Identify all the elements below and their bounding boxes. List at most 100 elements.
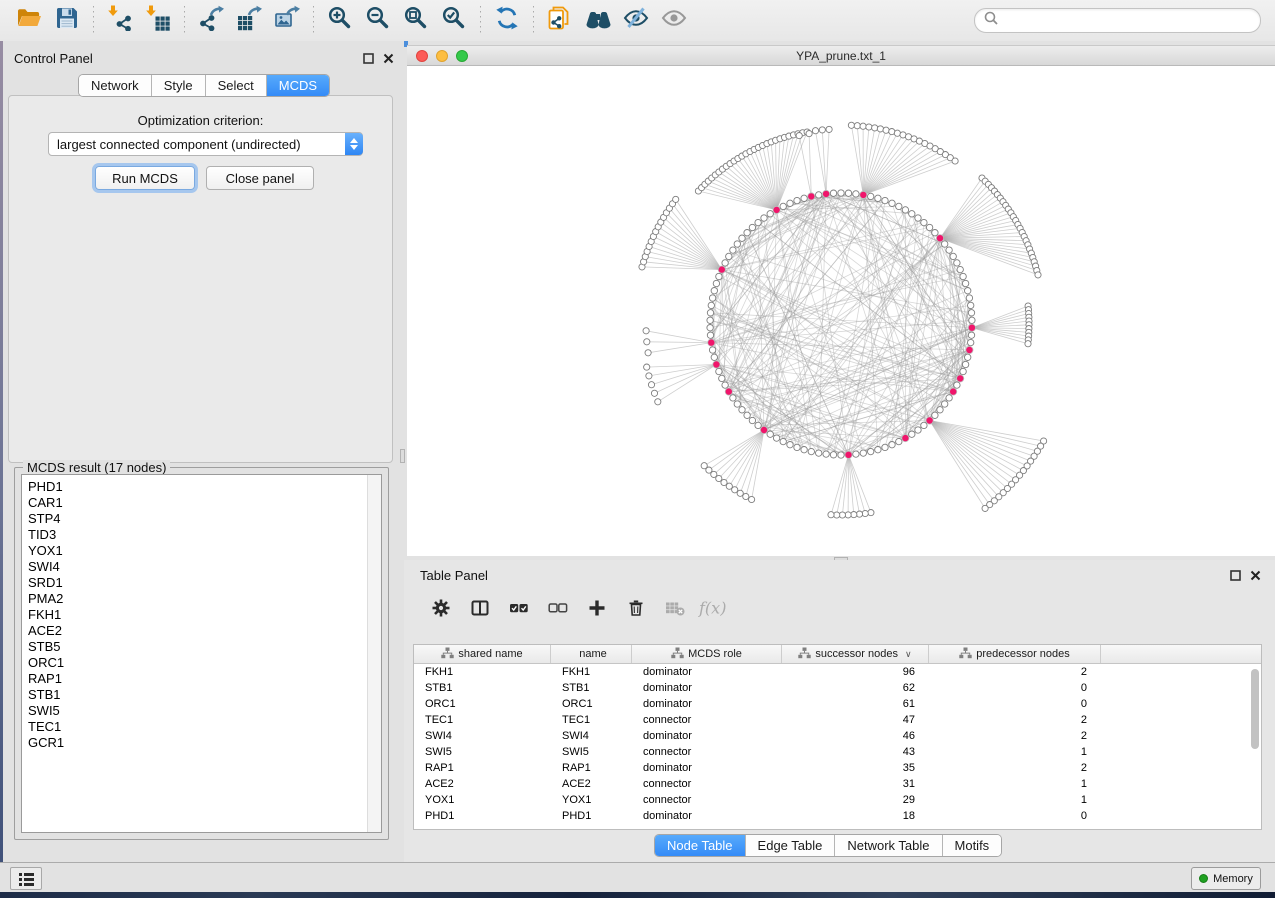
mcds-hub-node[interactable] (713, 361, 720, 368)
mcds-result-item[interactable]: SWI5 (22, 703, 368, 719)
tab-mcds[interactable]: MCDS (267, 75, 329, 96)
zoom-in-button[interactable] (321, 4, 359, 38)
select-all-button[interactable] (502, 595, 536, 625)
table-row[interactable]: ORC1 ORC1 dominator 61 0 (414, 696, 1261, 712)
save-session-button[interactable] (48, 4, 86, 38)
mcds-hub-node[interactable] (957, 375, 964, 382)
mcds-result-list[interactable]: PHD1CAR1STP4TID3YOX1SWI4SRD1PMA2FKH1ACE2… (21, 474, 382, 833)
refresh-button[interactable] (488, 4, 526, 38)
zoom-fit-button[interactable] (397, 4, 435, 38)
mcds-result-item[interactable]: SRD1 (22, 575, 368, 591)
mcds-hub-node[interactable] (966, 346, 973, 353)
mcds-result-item[interactable]: STB1 (22, 687, 368, 703)
settings-button[interactable] (424, 595, 458, 625)
table-row[interactable]: SWI4 SWI4 dominator 46 2 (414, 728, 1261, 744)
tab-network[interactable]: Network (79, 75, 152, 96)
binoculars-button[interactable] (579, 4, 617, 38)
mcds-result-item[interactable]: YOX1 (22, 543, 368, 559)
table-scrollbar-thumb[interactable] (1251, 669, 1259, 749)
mcds-hub-node[interactable] (926, 417, 933, 424)
run-mcds-button[interactable]: Run MCDS (95, 166, 195, 190)
tab-style[interactable]: Style (152, 75, 206, 96)
function-builder-button[interactable]: f(x) (697, 595, 731, 625)
export-network-button[interactable] (192, 4, 230, 38)
vertical-splitter-handle[interactable] (400, 449, 405, 463)
delete-table-button[interactable] (658, 595, 692, 625)
mcds-result-item[interactable]: RAP1 (22, 671, 368, 687)
table-row[interactable]: STB1 STB1 dominator 62 0 (414, 680, 1261, 696)
column-header-name[interactable]: name (551, 645, 632, 663)
table-row[interactable]: FKH1 FKH1 dominator 96 2 (414, 664, 1261, 680)
mcds-result-item[interactable]: TEC1 (22, 719, 368, 735)
mcds-hub-node[interactable] (760, 426, 767, 433)
mcds-result-item[interactable]: SWI4 (22, 559, 368, 575)
search-box[interactable] (974, 8, 1261, 33)
mcds-hub-node[interactable] (823, 190, 830, 197)
search-input[interactable] (999, 12, 1260, 30)
close-panel-icon[interactable] (1250, 570, 1261, 581)
console-button[interactable] (10, 867, 42, 890)
mcds-hub-node[interactable] (968, 324, 975, 331)
mcds-result-item[interactable]: GCR1 (22, 735, 368, 751)
column-header-MCDS-role[interactable]: MCDS role (632, 645, 782, 663)
mcds-hub-node[interactable] (708, 339, 715, 346)
mcds-result-item[interactable]: FKH1 (22, 607, 368, 623)
columns-button[interactable] (463, 595, 497, 625)
mcds-panel: Optimization criterion: largest connecte… (8, 95, 393, 463)
zoom-out-button[interactable] (359, 4, 397, 38)
table-row[interactable]: RAP1 RAP1 dominator 35 2 (414, 760, 1261, 776)
mcds-result-item[interactable]: PHD1 (22, 479, 368, 495)
mcds-hub-node[interactable] (936, 235, 943, 242)
mcds-hub-node[interactable] (773, 206, 780, 213)
mcds-hub-node[interactable] (718, 266, 725, 273)
hide-details-button[interactable] (617, 4, 655, 38)
table-row[interactable]: SWI5 SWI5 connector 43 1 (414, 744, 1261, 760)
column-header-predecessor-nodes[interactable]: predecessor nodes (929, 645, 1101, 663)
tab-network-table[interactable]: Network Table (835, 835, 942, 856)
column-header-successor-nodes[interactable]: successor nodes∨ (782, 645, 929, 663)
close-panel-button[interactable]: Close panel (206, 166, 314, 190)
mcds-result-item[interactable]: STP4 (22, 511, 368, 527)
import-network-button[interactable] (101, 4, 139, 38)
zoom-selected-button[interactable] (435, 4, 473, 38)
float-panel-icon[interactable] (363, 53, 374, 64)
mcds-hub-node[interactable] (860, 191, 867, 198)
tab-node-table[interactable]: Node Table (655, 835, 746, 856)
column-header-shared-name[interactable]: shared name (414, 645, 551, 663)
network-view-titlebar[interactable]: YPA_prune.txt_1 (407, 45, 1275, 66)
add-button[interactable] (580, 595, 614, 625)
mcds-list-scrollbar[interactable] (367, 475, 381, 832)
table-row[interactable]: YOX1 YOX1 connector 29 1 (414, 792, 1261, 808)
tab-select[interactable]: Select (206, 75, 267, 96)
export-table-button[interactable] (230, 4, 268, 38)
tab-edge-table[interactable]: Edge Table (746, 835, 836, 856)
mcds-result-item[interactable]: CAR1 (22, 495, 368, 511)
mcds-hub-node[interactable] (845, 451, 852, 458)
open-file-button[interactable] (10, 4, 48, 38)
mcds-result-item[interactable]: ORC1 (22, 655, 368, 671)
float-panel-icon[interactable] (1230, 570, 1241, 581)
mcds-result-item[interactable]: PMA2 (22, 591, 368, 607)
close-panel-icon[interactable] (383, 53, 394, 64)
mcds-result-item[interactable]: ACE2 (22, 623, 368, 639)
export-image-button[interactable] (268, 4, 306, 38)
table-row[interactable]: TEC1 TEC1 connector 47 2 (414, 712, 1261, 728)
mcds-hub-node[interactable] (725, 388, 732, 395)
table-row[interactable]: ACE2 ACE2 connector 31 1 (414, 776, 1261, 792)
memory-button[interactable]: Memory (1191, 867, 1261, 890)
delete-button[interactable] (619, 595, 653, 625)
mcds-hub-node[interactable] (808, 193, 815, 200)
deselect-all-button[interactable] (541, 595, 575, 625)
criterion-select[interactable]: largest connected component (undirected) (48, 132, 363, 156)
mcds-hub-node[interactable] (950, 388, 957, 395)
import-table-button[interactable] (139, 4, 177, 38)
tab-motifs[interactable]: Motifs (943, 835, 1002, 856)
network-canvas[interactable] (407, 66, 1275, 556)
mcds-result-item[interactable]: STB5 (22, 639, 368, 655)
mcds-result-item[interactable]: TID3 (22, 527, 368, 543)
network-graph[interactable] (407, 66, 1275, 556)
table-row[interactable]: PHD1 PHD1 dominator 18 0 (414, 808, 1261, 824)
clone-network-button[interactable] (541, 4, 579, 38)
mcds-hub-node[interactable] (902, 435, 909, 442)
show-details-button[interactable] (655, 4, 693, 38)
